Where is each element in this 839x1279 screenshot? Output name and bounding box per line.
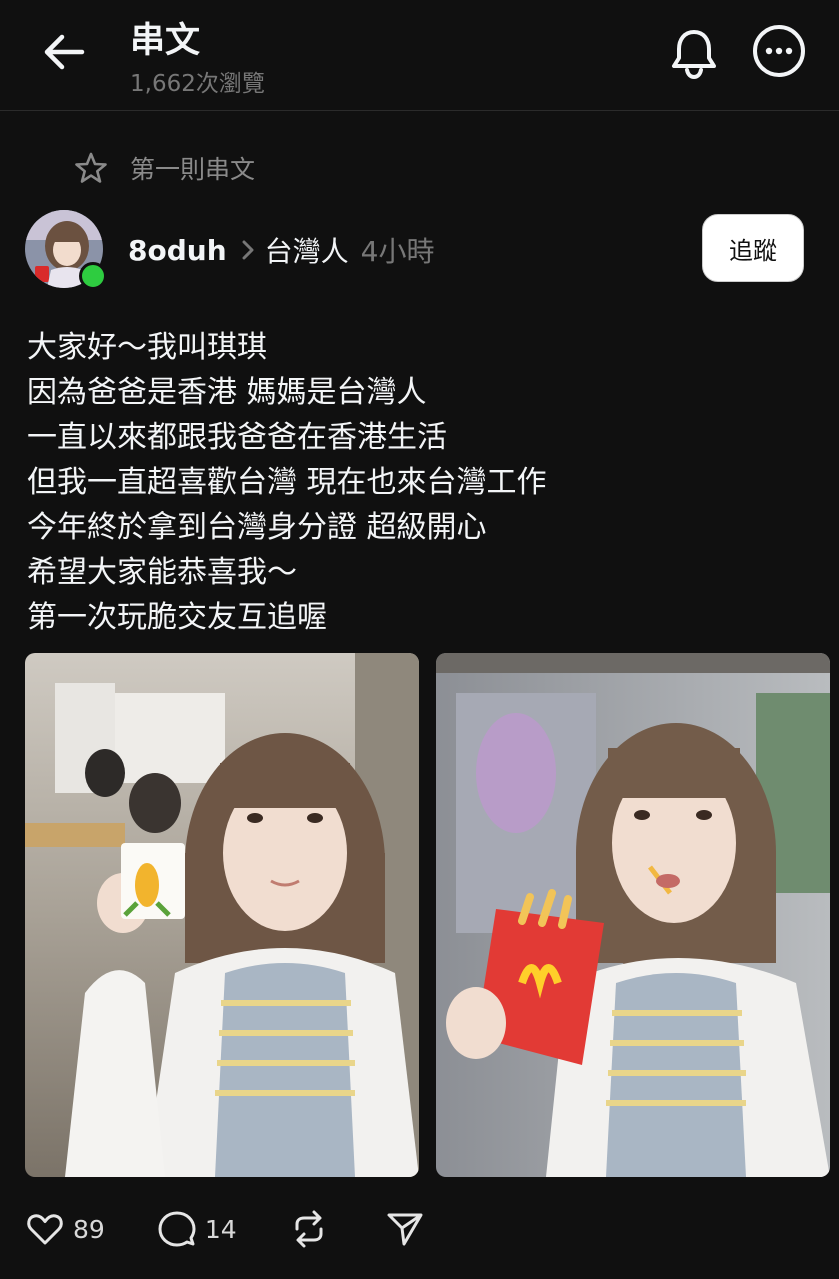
top-bar: 串文 1,662次瀏覽 [0, 0, 839, 110]
pinned-label: 第一則串文 [130, 155, 256, 184]
action-bar: 89 14 [25, 1205, 481, 1253]
author-username[interactable]: 8oduh [128, 234, 227, 267]
pinned-indicator: 第一則串文 [74, 148, 255, 188]
back-button[interactable] [38, 26, 90, 78]
share-button[interactable] [385, 1209, 425, 1249]
more-circle-icon [753, 25, 805, 77]
like-button[interactable]: 89 [25, 1209, 105, 1249]
comment-icon [158, 1211, 196, 1247]
arrow-left-icon [44, 34, 85, 70]
comment-count: 14 [204, 1214, 237, 1244]
post-body: 大家好～我叫琪琪 因為爸爸是香港 媽媽是台灣人 一直以來都跟我爸爸在香港生活 但… [27, 325, 807, 640]
post-line: 第一次玩脆交友互追喔 [27, 600, 327, 635]
community-link[interactable]: 台灣人 [265, 230, 349, 270]
online-status-dot [79, 262, 107, 290]
star-icon [75, 152, 107, 183]
post-photo-1[interactable] [25, 653, 419, 1177]
post-line: 因為爸爸是香港 媽媽是台灣人 [27, 375, 427, 410]
post-meta: 8oduh 台灣人 4小時 [128, 228, 434, 272]
comment-button[interactable]: 14 [157, 1209, 237, 1249]
notify-button[interactable] [668, 24, 720, 80]
bell-icon [672, 30, 716, 80]
chevron-right-icon [242, 240, 254, 260]
repost-button[interactable] [289, 1209, 329, 1249]
avatar[interactable] [25, 210, 107, 290]
post-line: 希望大家能恭喜我～ [27, 555, 297, 590]
post-line: 大家好～我叫琪琪 [27, 330, 267, 365]
send-icon [387, 1213, 423, 1246]
post-line: 今年終於拿到台灣身分證 超級開心 [27, 510, 487, 545]
page-title: 串文 [130, 21, 201, 61]
post-line: 但我一直超喜歡台灣 現在也來台灣工作 [27, 465, 547, 500]
header-divider [0, 110, 839, 111]
thread-page: 串文 1,662次瀏覽 第一則串文 8oduh 台灣人 4小時 追蹤 大家好～我… [0, 0, 839, 1279]
more-options-button[interactable] [752, 24, 806, 78]
follow-button[interactable]: 追蹤 [702, 214, 804, 282]
view-count: 1,662次瀏覽 [130, 71, 265, 97]
repost-icon [295, 1210, 323, 1248]
heart-icon [27, 1214, 63, 1245]
like-count: 89 [73, 1214, 105, 1244]
post-time: 4小時 [360, 235, 435, 268]
post-line: 一直以來都跟我爸爸在香港生活 [27, 420, 447, 455]
post-photo-2[interactable] [436, 653, 830, 1177]
